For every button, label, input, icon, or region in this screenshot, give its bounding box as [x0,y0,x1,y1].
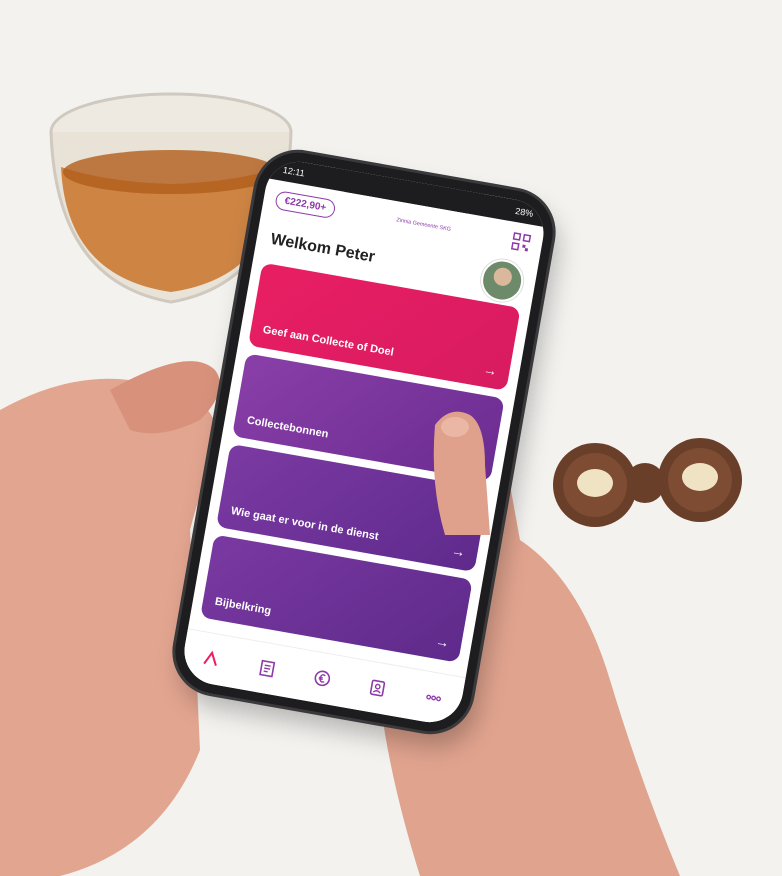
thumb [433,411,490,535]
status-battery: 28% [514,205,535,219]
card-label: Geef aan Collecte of Doel [261,323,395,359]
balance-button[interactable]: €222,90+ [274,189,337,219]
card-label: Bijbelkring [213,595,273,618]
qr-code-icon[interactable] [510,232,532,253]
avatar[interactable] [477,256,527,305]
arrow-right-icon: → [482,360,499,379]
card-label: Wie gaat er voor in de dienst [229,505,380,543]
card-label: Collectebonnen [245,414,330,441]
tab-giving[interactable] [307,663,337,693]
tab-more[interactable] [418,683,448,713]
arrow-right-icon: → [434,632,451,651]
home-icon [203,650,218,667]
welcome-title: Welkom Peter [269,230,377,266]
tab-news[interactable] [252,653,282,683]
organization-name: Zinnia Gemeente SKG [395,217,452,233]
more-icon [425,694,441,702]
photo-scene: 12:11 28% €222,90+ Zinnia Gemeente SKG W… [0,0,782,876]
tab-home[interactable] [196,644,226,674]
contacts-icon [370,679,386,697]
arrow-right-icon: → [450,541,467,561]
news-icon [258,659,275,678]
euro-icon [314,670,331,687]
tab-contacts[interactable] [363,673,393,703]
